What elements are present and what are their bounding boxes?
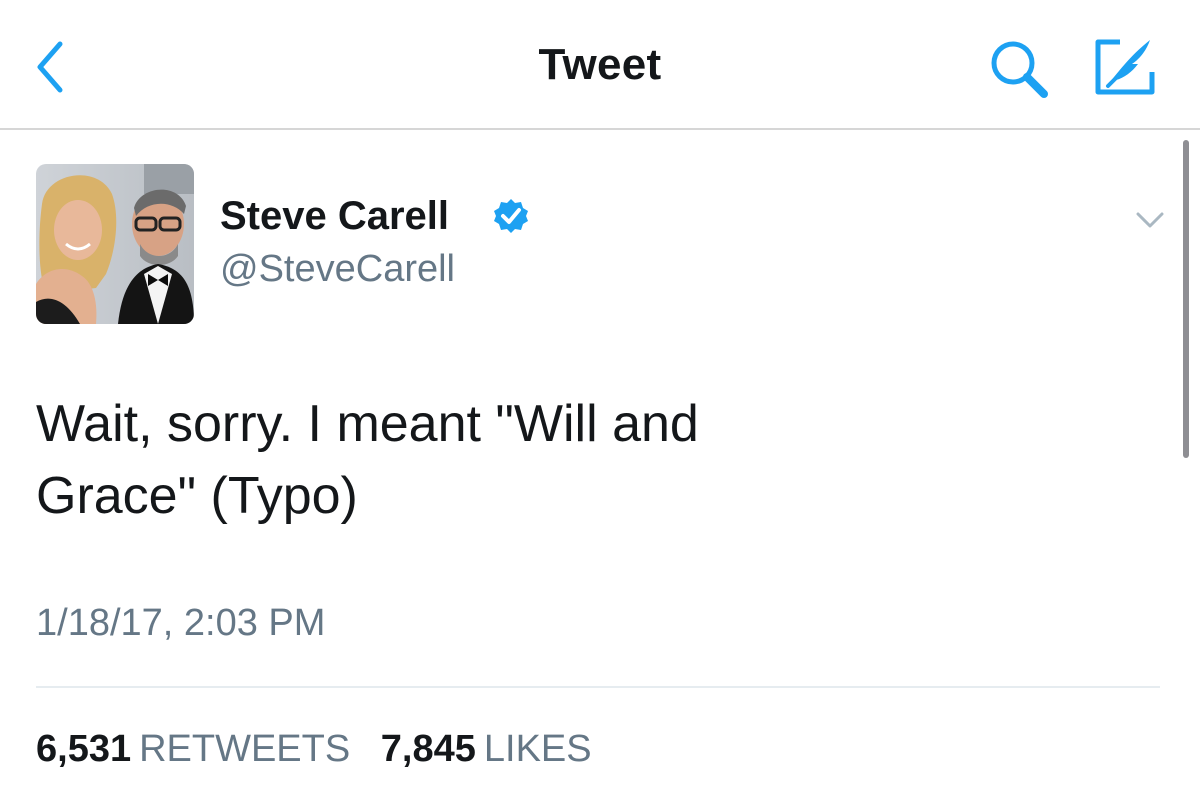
tweet-text-line: Grace" (Typo) — [36, 467, 358, 525]
retweets-stat[interactable]: 6,531 RETWEETS — [36, 728, 350, 771]
chevron-down-icon — [1136, 212, 1164, 228]
avatar-photo — [36, 164, 194, 324]
divider — [36, 686, 1160, 688]
likes-count: 7,845 — [380, 728, 476, 770]
tweet-menu-button[interactable] — [1130, 204, 1170, 234]
search-button[interactable] — [986, 36, 1054, 102]
tweet-stats: 6,531 RETWEETS 7,845 LIKES — [36, 728, 592, 771]
verified-badge-icon — [494, 199, 528, 233]
author-name[interactable]: Steve Carell — [220, 194, 449, 239]
avatar[interactable] — [36, 164, 194, 324]
tweet-text-line: Wait, sorry. I meant "Will and — [36, 395, 699, 453]
likes-stat[interactable]: 7,845 LIKES — [381, 728, 592, 771]
retweets-label: RETWEETS — [139, 728, 351, 770]
compose-icon — [1095, 39, 1155, 95]
tweet-text: Wait, sorry. I meant "Will and Grace" (T… — [36, 388, 936, 532]
nav-bar: Tweet — [0, 0, 1200, 130]
scrollbar[interactable] — [1183, 140, 1189, 458]
tweet-timestamp[interactable]: 1/18/17, 2:03 PM — [36, 602, 325, 645]
likes-label: LIKES — [483, 728, 592, 770]
search-icon — [991, 41, 1048, 98]
compose-button[interactable] — [1090, 34, 1162, 100]
retweets-count: 6,531 — [36, 728, 132, 770]
author-handle[interactable]: @SteveCarell — [220, 248, 455, 291]
